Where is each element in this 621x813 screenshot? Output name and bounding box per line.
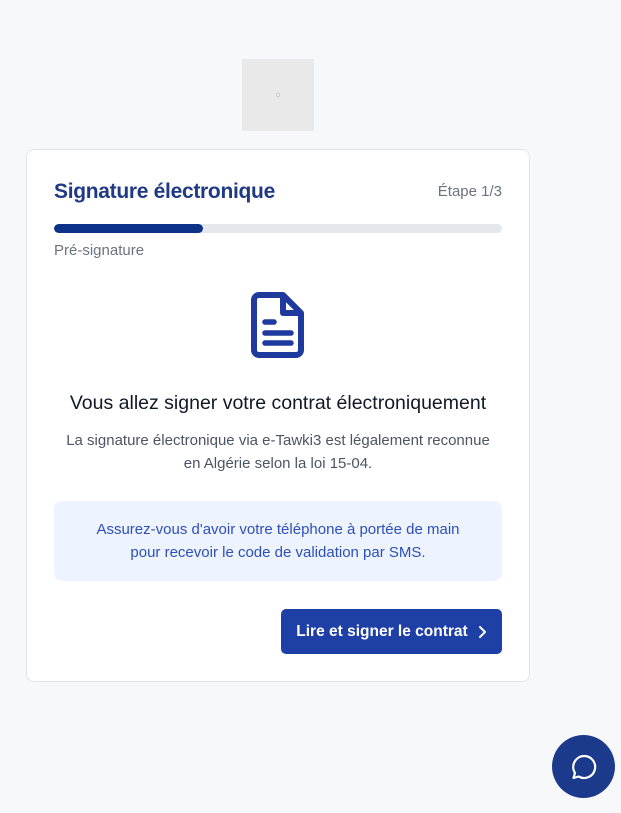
description: La signature électronique via e-Tawki3 e… (47, 429, 509, 475)
cta-label: Lire et signer le contrat (296, 622, 468, 640)
chevron-right-icon (478, 625, 486, 638)
chat-button[interactable] (552, 735, 615, 798)
read-and-sign-button[interactable]: Lire et signer le contrat (281, 609, 502, 654)
notice-text: Assurez-vous d'avoir votre téléphone à p… (76, 518, 479, 564)
progress-fill (54, 224, 204, 233)
card-title: Signature électronique (54, 180, 275, 203)
signature-card: Signature électronique Étape 1/3 Pré-sig… (26, 149, 530, 682)
description-line-2: en Algérie selon la loi 15-04. (183, 455, 373, 472)
progress-bar (54, 224, 502, 233)
notice-line-1: Assurez-vous d'avoir votre téléphone à p… (96, 521, 460, 538)
headline: Vous allez signer votre contrat électron… (69, 392, 487, 414)
logo-placeholder (242, 59, 314, 131)
notice-line-2: pour recevoir le code de validation par … (130, 544, 426, 561)
description-line-1: La signature électronique via e-Tawki3 e… (66, 432, 490, 449)
document-icon (251, 292, 304, 358)
sms-notice: Assurez-vous d'avoir votre téléphone à p… (54, 501, 502, 581)
loading-dot (276, 93, 280, 97)
chat-bubble-icon (571, 754, 596, 779)
step-indicator: Étape 1/3 (437, 183, 502, 200)
step-label: Pré-signature (54, 242, 145, 259)
